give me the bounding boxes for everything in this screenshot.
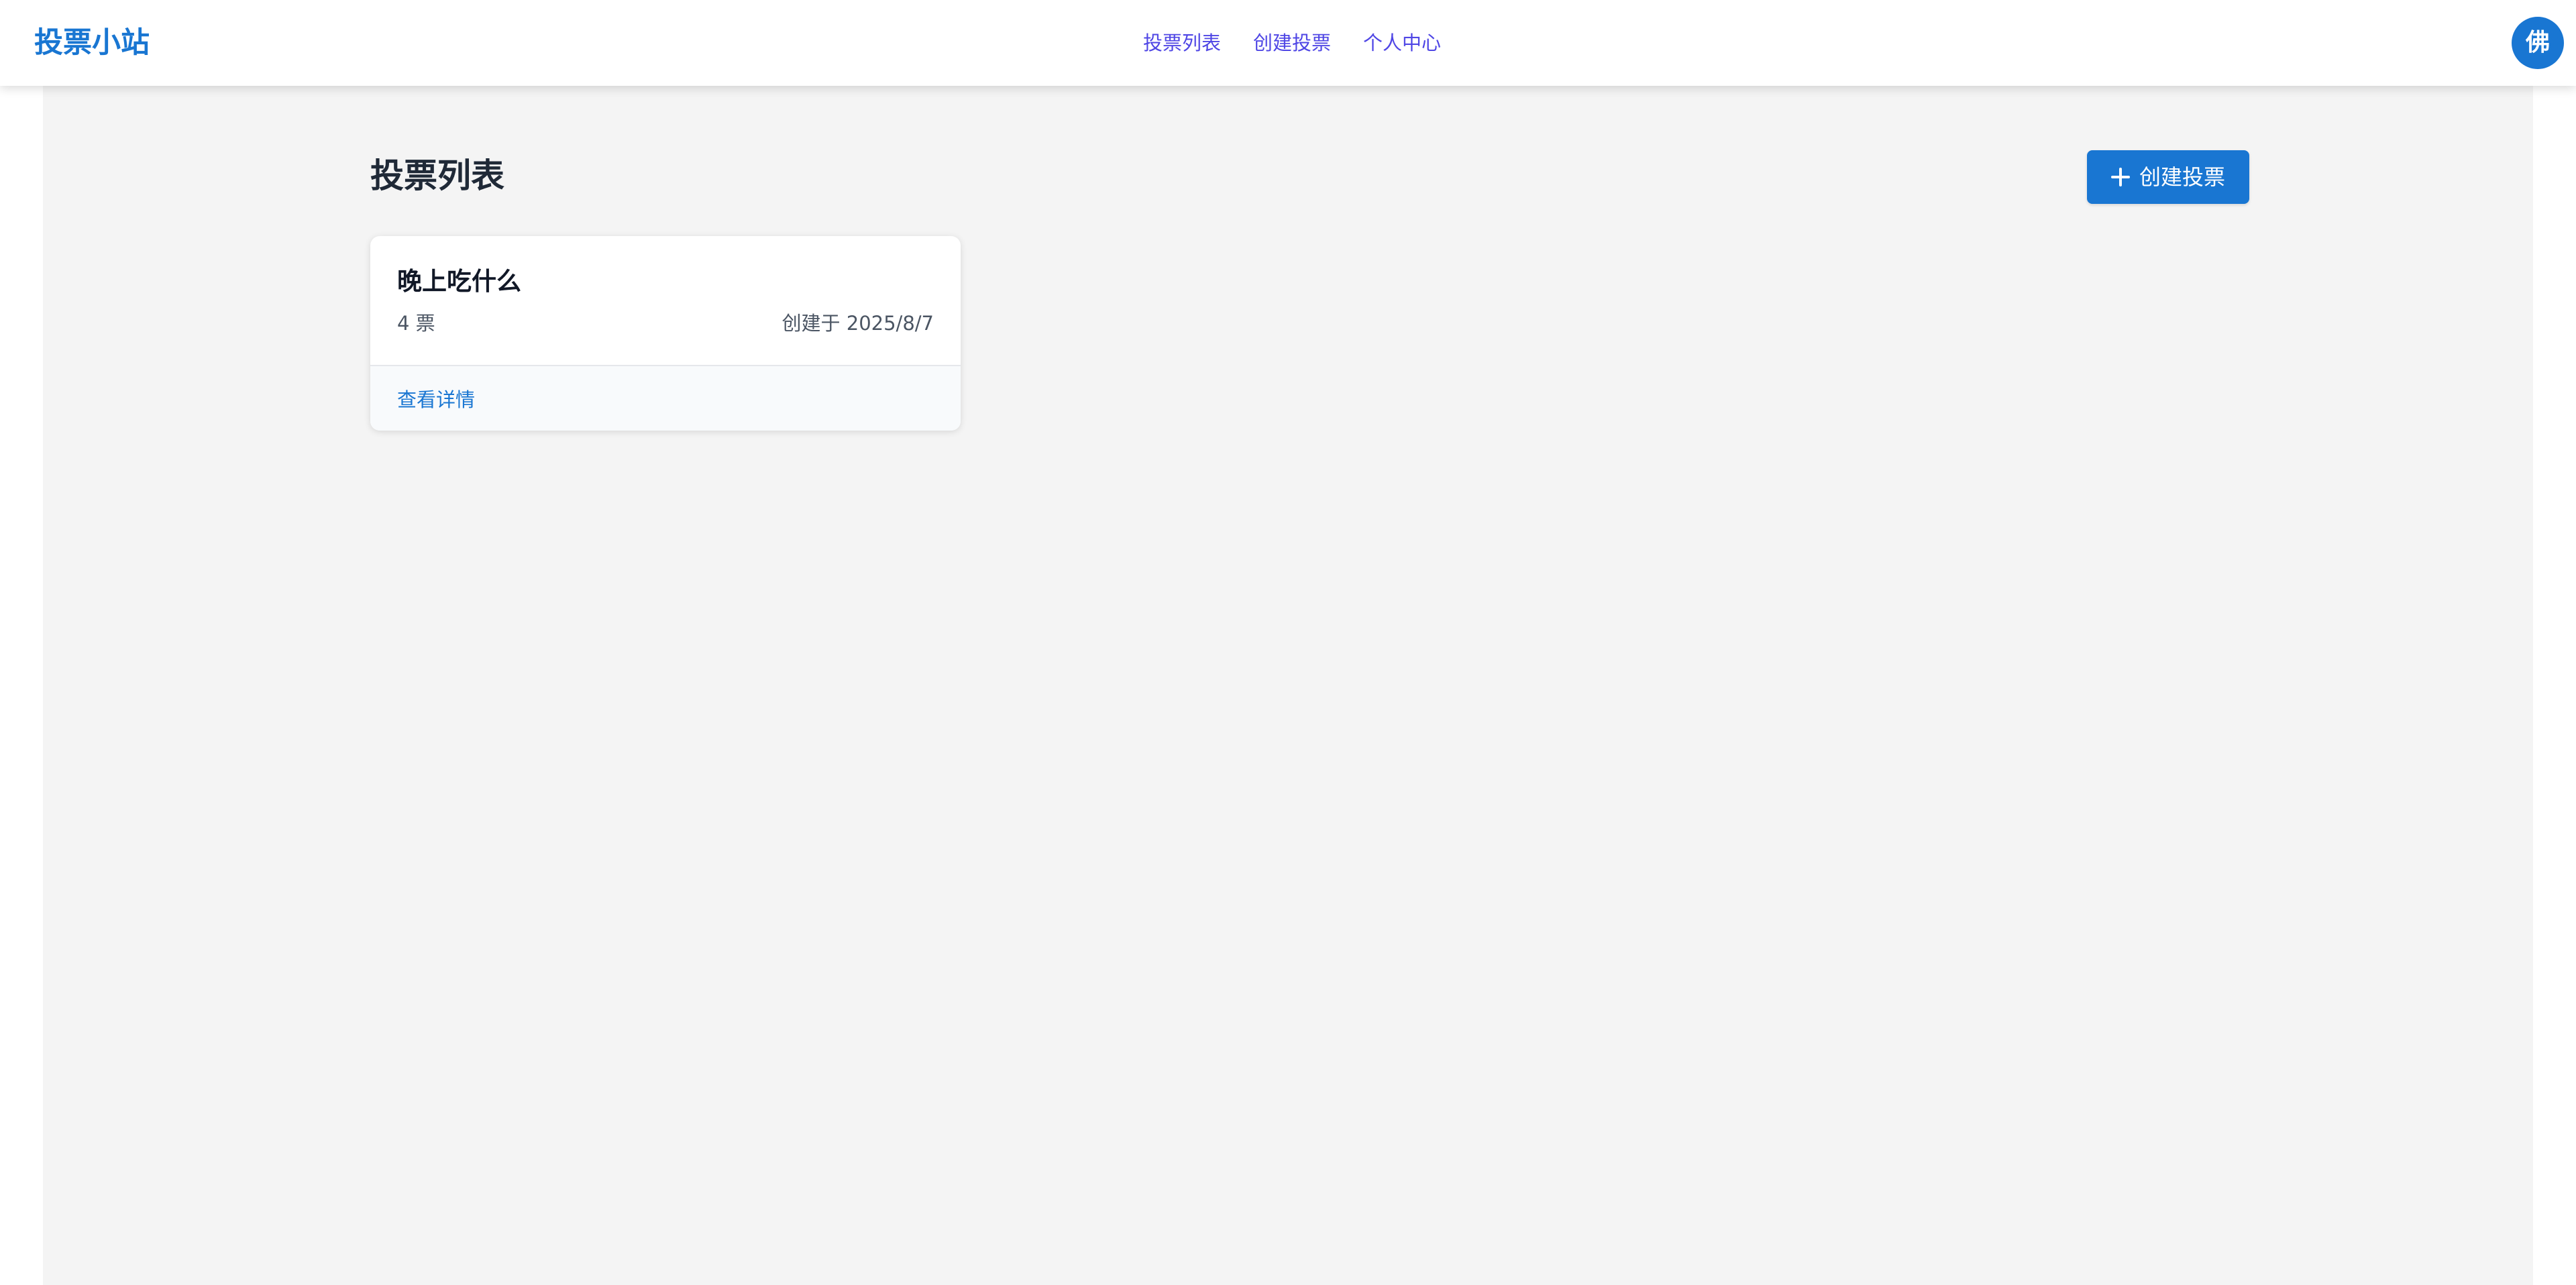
nav-link-create-poll[interactable]: 创建投票 [1253,28,1331,58]
user-avatar[interactable]: 佛 [2512,17,2564,69]
plus-icon [2110,168,2130,186]
view-details-link[interactable]: 查看详情 [397,386,475,413]
site-logo[interactable]: 投票小站 [34,24,150,62]
main-nav: 投票列表 创建投票 个人中心 [1143,28,1441,58]
poll-card-body: 晚上吃什么 4 票 创建于 2025/8/7 [370,236,961,365]
poll-title: 晚上吃什么 [397,267,521,296]
poll-card: 晚上吃什么 4 票 创建于 2025/8/7 查看详情 [370,236,961,431]
poll-created-date: 创建于 2025/8/7 [782,312,934,335]
top-navigation-bar: 投票小站 投票列表 创建投票 个人中心 佛 [0,0,2576,86]
poll-vote-count: 4 票 [397,312,435,335]
nav-link-poll-list[interactable]: 投票列表 [1143,28,1221,58]
poll-card-footer: 查看详情 [370,365,961,431]
main-content: 投票列表 创建投票 晚上吃什么 4 票 创建于 2025/8/7 查看详情 [43,86,2533,1285]
nav-link-profile[interactable]: 个人中心 [1363,28,1441,58]
create-poll-button-label: 创建投票 [2139,164,2225,190]
create-poll-button[interactable]: 创建投票 [2087,150,2249,204]
page-title: 投票列表 [370,156,504,195]
